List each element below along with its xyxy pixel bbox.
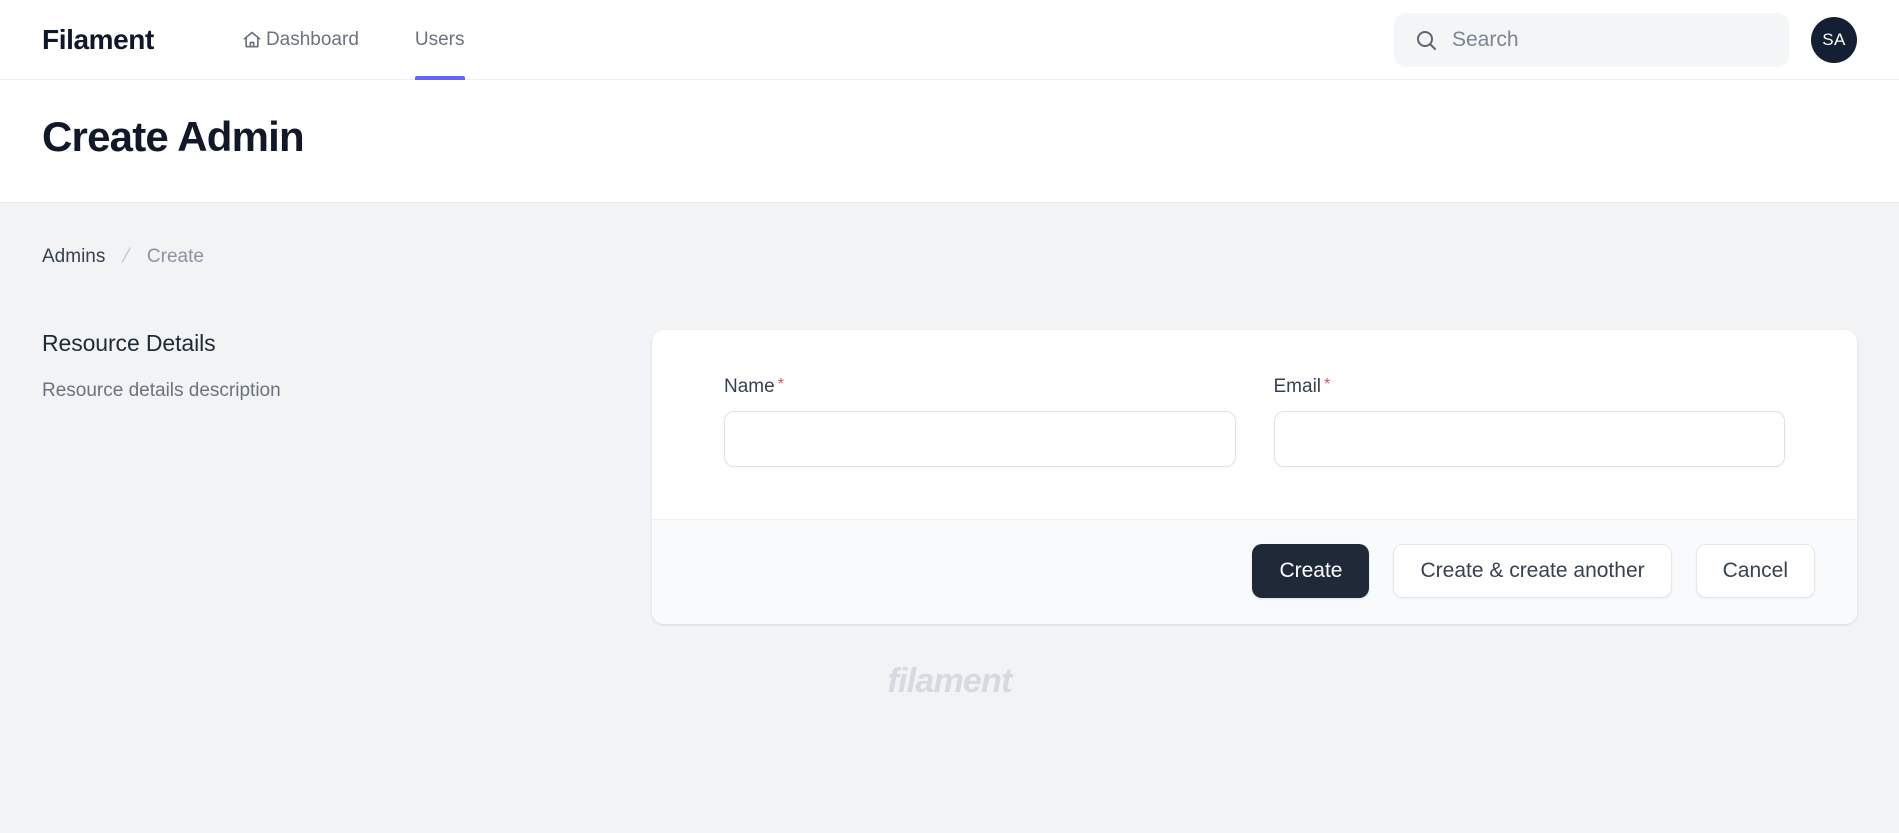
- breadcrumb-item-admins[interactable]: Admins: [42, 246, 105, 268]
- home-icon: [242, 30, 262, 50]
- brand-logo[interactable]: Filament: [42, 24, 154, 56]
- breadcrumb-item-create: Create: [146, 245, 204, 267]
- search-placeholder-text: Search: [1452, 27, 1519, 51]
- search-icon: [1414, 28, 1438, 52]
- name-input[interactable]: [724, 411, 1236, 468]
- footer: filament: [0, 624, 1899, 701]
- page-header: Create Admin: [0, 80, 1899, 204]
- email-input[interactable]: [1273, 411, 1785, 468]
- section-title: Resource Details: [42, 330, 216, 357]
- create-and-create-another-button[interactable]: Create & create another: [1393, 544, 1672, 599]
- field-email: Email *: [1273, 376, 1786, 468]
- field-email-label: Email *: [1274, 376, 1786, 398]
- breadcrumb: Admins / Create: [42, 245, 1857, 268]
- cancel-button[interactable]: Cancel: [1695, 544, 1815, 599]
- top-navigation-bar: Filament Dashboard Users Search SA: [0, 0, 1899, 80]
- section-description: Resource details description: [42, 380, 281, 402]
- nav-item-users-label: Users: [414, 28, 465, 50]
- avatar[interactable]: SA: [1811, 16, 1857, 63]
- main-content: Resource Details Resource details descri…: [0, 268, 1899, 625]
- resource-details-form-card: Name * Email * Create Create & create an…: [652, 330, 1857, 625]
- field-email-label-text: Email: [1273, 376, 1322, 398]
- main-navigation: Dashboard Users: [214, 0, 493, 80]
- field-name: Name *: [724, 376, 1236, 468]
- create-button[interactable]: Create: [1252, 544, 1370, 599]
- nav-item-users[interactable]: Users: [387, 0, 493, 80]
- form-actions: Create Create & create another Cancel: [652, 519, 1857, 625]
- filament-wordmark-icon: filament: [887, 662, 1013, 701]
- field-name-label-text: Name: [724, 376, 775, 398]
- section-aside: Resource Details Resource details descri…: [42, 330, 652, 624]
- nav-item-dashboard[interactable]: Dashboard: [214, 0, 387, 80]
- topbar-right-cluster: Search SA: [1394, 12, 1857, 67]
- breadcrumb-separator-icon: /: [120, 245, 133, 268]
- required-asterisk-icon: *: [1324, 376, 1331, 394]
- required-asterisk-icon: *: [777, 376, 784, 394]
- form-fields-row: Name * Email *: [652, 330, 1857, 519]
- field-name-label: Name *: [724, 376, 1236, 398]
- breadcrumb-region: Admins / Create: [0, 203, 1899, 268]
- search-input[interactable]: Search: [1394, 12, 1789, 67]
- page-title: Create Admin: [42, 113, 305, 160]
- nav-item-dashboard-label: Dashboard: [265, 28, 359, 50]
